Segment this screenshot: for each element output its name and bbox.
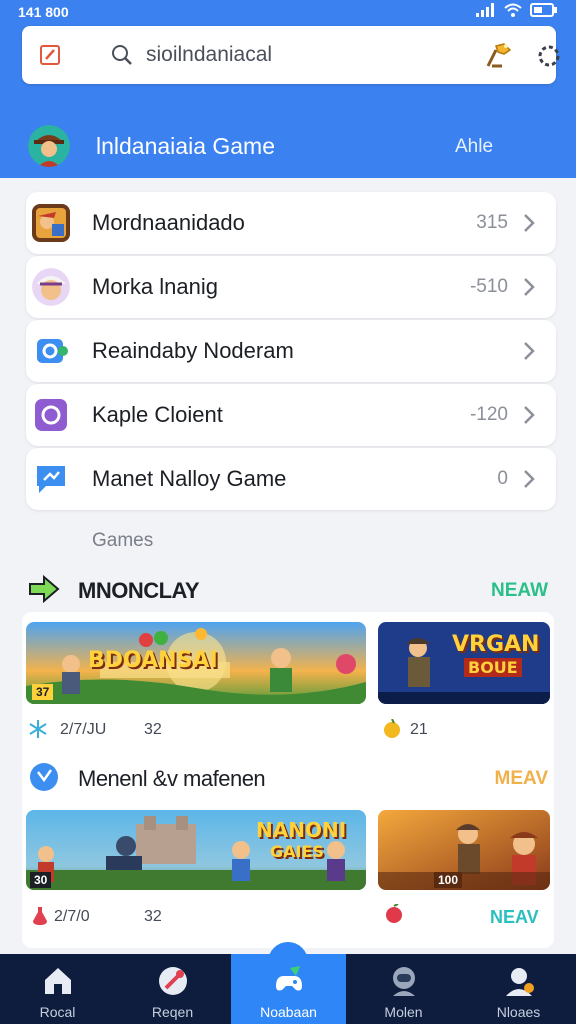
chevron-right-icon bbox=[524, 278, 535, 296]
banner-badge: 100 bbox=[434, 872, 463, 888]
banner-title: NANONI bbox=[256, 818, 347, 842]
list-item-count: 0 bbox=[497, 468, 508, 489]
banner-subtitle: GAIES bbox=[270, 842, 324, 861]
banner-badge: 37 bbox=[32, 684, 54, 700]
section-title: MNONCLAY bbox=[78, 578, 200, 603]
banner-badge: 30 bbox=[30, 872, 52, 888]
app-header: 141 800 sioilndaniacal lnldanaiaia Game … bbox=[0, 0, 576, 178]
chat-icon bbox=[32, 460, 70, 498]
list-item-label: Reaindaby Noderam bbox=[92, 338, 294, 363]
list-item[interactable]: Reaindaby Noderam bbox=[26, 320, 556, 382]
berry-icon bbox=[386, 904, 402, 923]
list-item-count: -510 bbox=[469, 276, 508, 297]
game-controller-icon bbox=[276, 966, 302, 991]
list-item[interactable]: Manet Nalloy Game 0 bbox=[26, 448, 556, 510]
arrow-right-icon bbox=[29, 574, 60, 604]
nav-label: Noabaan bbox=[260, 1004, 317, 1020]
stat-value: 2/7/0 bbox=[54, 908, 90, 925]
search-icon bbox=[112, 45, 132, 65]
chevron-right-icon bbox=[524, 406, 535, 424]
stat-value: 32 bbox=[144, 721, 162, 738]
settings-icon[interactable] bbox=[536, 43, 562, 69]
adventure-game-icon bbox=[32, 204, 70, 242]
banner-subtitle: BOUE bbox=[464, 658, 522, 677]
list-item-label: Kaple Cloient bbox=[92, 402, 223, 427]
section-header: Menenl &v mafenen MEAV bbox=[0, 758, 576, 798]
games-label: Games bbox=[92, 530, 154, 551]
menu-list: Mordnaanidado 315 Morka lnanig -510 Reai… bbox=[26, 192, 556, 512]
stat-value: 32 bbox=[144, 908, 162, 925]
nav-item-noabaan[interactable]: Noabaan bbox=[231, 954, 346, 1024]
list-item[interactable]: Kaple Cloient -120 bbox=[26, 384, 556, 446]
coin-icon bbox=[384, 719, 400, 738]
puzzle-icon bbox=[32, 332, 70, 370]
rocket-icon bbox=[159, 967, 187, 995]
game-banner[interactable]: NANONI GAIES 30 bbox=[26, 810, 366, 890]
list-item-label: Mordnaanidado bbox=[92, 210, 245, 235]
list-item-label: Morka lnanig bbox=[92, 274, 218, 299]
battery-icon bbox=[530, 3, 557, 17]
section-title: Menenl &v mafenen bbox=[78, 766, 266, 791]
game-banner[interactable]: BDOANSAI 37 bbox=[26, 622, 366, 704]
edit-icon[interactable] bbox=[38, 43, 62, 67]
timer-icon bbox=[30, 763, 58, 791]
stat-value: 2/7/JU bbox=[60, 721, 107, 738]
chevron-right-icon bbox=[524, 342, 535, 360]
signal-icon bbox=[476, 3, 494, 17]
stat-link[interactable]: NEAV bbox=[490, 907, 539, 928]
app-title: lnldanaiaia Game bbox=[96, 133, 276, 159]
status-bar: 141 800 bbox=[0, 0, 576, 24]
astronaut-icon bbox=[393, 967, 415, 996]
list-item-count: 315 bbox=[476, 212, 508, 233]
search-input[interactable]: sioilndaniacal bbox=[146, 43, 272, 67]
banner-title: BDOANSAI bbox=[88, 648, 218, 673]
list-item[interactable]: Morka lnanig -510 bbox=[26, 256, 556, 318]
nav-label: Reqen bbox=[151, 1004, 194, 1020]
potion-icon bbox=[33, 907, 47, 925]
banner-image bbox=[378, 810, 550, 890]
status-time: 141 800 bbox=[18, 4, 69, 20]
nav-label: Molen bbox=[384, 1004, 423, 1020]
list-item[interactable]: Mordnaanidado 315 bbox=[26, 192, 556, 254]
chevron-right-icon bbox=[524, 214, 535, 232]
search-bar[interactable]: sioilndaniacal bbox=[22, 26, 560, 84]
list-item-count: -120 bbox=[469, 404, 508, 425]
trophy-icon[interactable] bbox=[482, 40, 514, 70]
nav-item-home[interactable]: Rocal bbox=[0, 954, 115, 1024]
nav-label: Rocal bbox=[39, 1004, 76, 1020]
game-banner[interactable]: VRGAN BOUE bbox=[378, 622, 550, 704]
banner-title: VRGAN bbox=[452, 632, 540, 657]
list-item-label: Manet Nalloy Game bbox=[92, 466, 287, 491]
avatar[interactable] bbox=[28, 125, 70, 167]
circle-app-icon bbox=[32, 396, 70, 434]
wifi-icon bbox=[504, 3, 522, 17]
chevron-right-icon bbox=[524, 470, 535, 488]
nav-item-reqen[interactable]: Reqen bbox=[115, 954, 230, 1024]
game-banner[interactable]: 100 bbox=[378, 810, 550, 890]
home-icon bbox=[45, 968, 71, 994]
section-link[interactable]: MEAV bbox=[495, 768, 548, 790]
nav-item-nloaes[interactable]: Nloaes bbox=[461, 954, 576, 1024]
section-link[interactable]: NEAW bbox=[491, 580, 548, 602]
stat-value: 21 bbox=[410, 721, 428, 738]
profile-row: lnldanaiaia Game Ahle bbox=[0, 118, 576, 178]
header-link[interactable]: Ahle bbox=[455, 136, 493, 158]
character-avatar-icon bbox=[32, 268, 70, 306]
nav-item-molen[interactable]: Molen bbox=[346, 954, 461, 1024]
snowflake-icon bbox=[29, 720, 47, 738]
status-icons bbox=[476, 3, 558, 17]
section-header: MNONCLAY NEAW bbox=[0, 570, 576, 610]
profile-icon bbox=[506, 968, 534, 996]
bottom-nav: Rocal Reqen Noabaan Molen Nloaes bbox=[0, 954, 576, 1024]
nav-label: Nloaes bbox=[496, 1004, 541, 1020]
